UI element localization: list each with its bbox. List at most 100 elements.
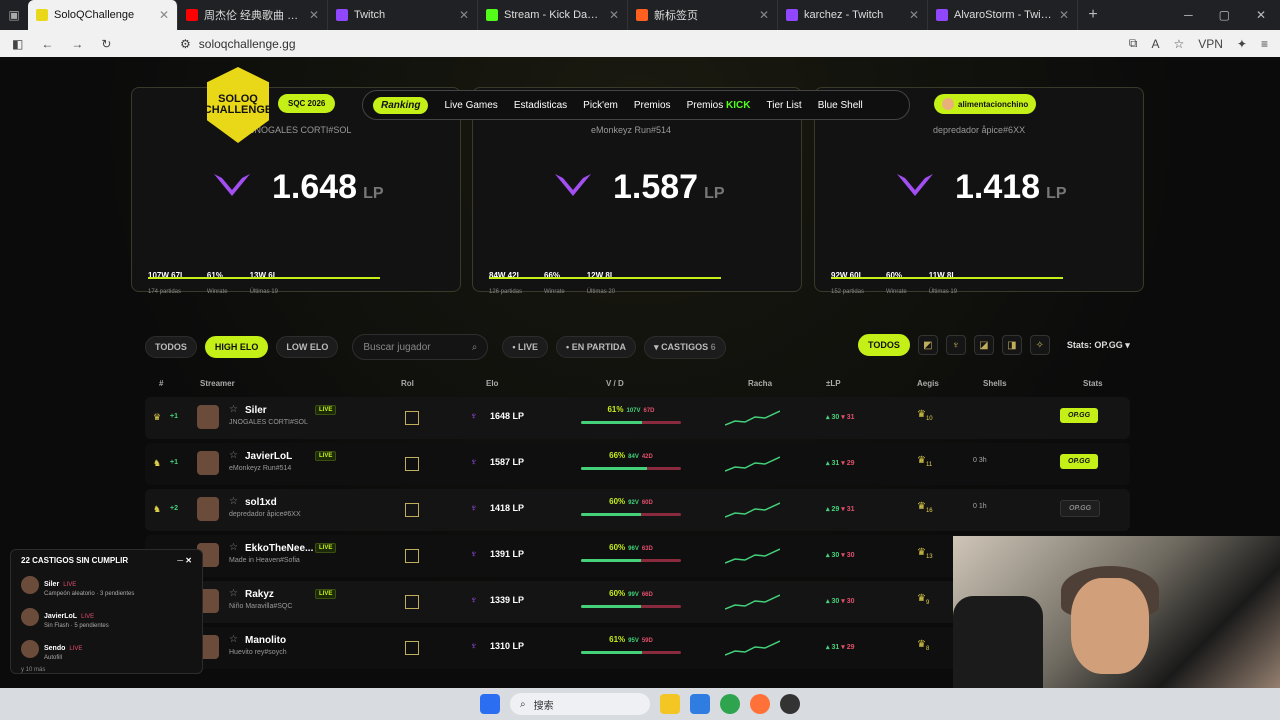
minimize-icon[interactable]: ─ <box>1184 8 1193 22</box>
browser-tab[interactable]: 新标签页 ✕ <box>628 0 778 30</box>
chrome-icon[interactable] <box>720 694 740 714</box>
filter-todos[interactable]: TODOS <box>145 336 197 358</box>
reload-icon[interactable]: ↻ <box>101 37 111 51</box>
browser-tab[interactable]: karchez - Twitch ✕ <box>778 0 928 30</box>
browser-tab[interactable]: SoloQChallenge ✕ <box>28 0 178 30</box>
close-window-icon[interactable]: ✕ <box>1256 8 1266 22</box>
tab-close-icon[interactable]: ✕ <box>759 8 769 22</box>
live-badge[interactable]: LIVE <box>315 543 337 553</box>
column-header[interactable]: Streamer <box>200 379 235 388</box>
season-selector[interactable]: SQC 2026 <box>278 94 336 113</box>
live-badge[interactable]: LIVE <box>315 405 337 415</box>
favorite-star-icon[interactable]: ☆ <box>229 542 238 553</box>
back-icon[interactable]: ← <box>41 37 53 51</box>
table-row[interactable]: ♞ +1 ☆ JavierLoL eMonkeyz Run#514 LIVE ♆ 1587 L… <box>145 443 1130 485</box>
favorite-star-icon[interactable]: ☆ <box>229 450 238 461</box>
streamer-name[interactable]: sol1xd <box>245 497 277 508</box>
favorite-star-icon[interactable]: ☆ <box>229 634 238 645</box>
streamer-name[interactable]: Manolito <box>245 635 286 646</box>
translate-icon[interactable]: A <box>1151 37 1159 51</box>
streamer-name[interactable]: EkkoTheNee... <box>245 543 313 554</box>
nav-blue-shell[interactable]: Blue Shell <box>818 100 863 111</box>
extensions-icon[interactable]: ✦ <box>1237 37 1247 51</box>
favorite-star-icon[interactable]: ☆ <box>229 496 238 507</box>
stats-source-select[interactable]: Stats: OP.GG ▾ <box>1058 335 1139 356</box>
popup-more-link[interactable]: y 10 más <box>21 667 192 673</box>
search-input[interactable]: Buscar jugador ⌕ <box>352 334 489 360</box>
browser-tab[interactable]: AlvaroStorm - Twitch ✕ <box>928 0 1078 30</box>
nav-premios[interactable]: Premios <box>634 100 671 111</box>
filter-live[interactable]: • LIVE <box>502 336 549 358</box>
filter-high-elo[interactable]: HIGH ELO <box>204 336 269 358</box>
start-icon[interactable] <box>480 694 500 714</box>
popup-controls[interactable]: ─ ✕ <box>177 556 192 565</box>
nav-tier-list[interactable]: Tier List <box>766 100 801 111</box>
vpn-badge[interactable]: VPN <box>1198 37 1223 51</box>
table-row[interactable]: ♛ +1 ☆ Siler JNOGALES CORTI#SOL LIVE ♆ 1648 LP 6… <box>145 397 1130 439</box>
column-header[interactable]: ±LP <box>826 379 841 388</box>
live-badge[interactable]: LIVE <box>315 451 337 461</box>
browser-tab[interactable]: Twitch ✕ <box>328 0 478 30</box>
screenshot-icon[interactable]: ⧉ <box>1129 36 1138 51</box>
role-jungle-icon[interactable]: ♆ <box>945 335 966 355</box>
nav-premios-kick[interactable]: Premios KICK <box>687 100 751 111</box>
streamer-name[interactable]: Rakyz <box>245 589 274 600</box>
firefox-icon[interactable] <box>750 694 770 714</box>
nav-estadisticas[interactable]: Estadisticas <box>514 100 567 111</box>
nav-ranking[interactable]: Ranking <box>373 96 429 114</box>
column-header[interactable]: Elo <box>486 379 498 388</box>
column-header[interactable]: Shells <box>983 379 1007 388</box>
filter-en-partida[interactable]: • EN PARTIDA <box>556 336 637 358</box>
column-header[interactable]: # <box>159 379 163 388</box>
favorite-star-icon[interactable]: ☆ <box>229 588 238 599</box>
tab-close-icon[interactable]: ✕ <box>609 8 619 22</box>
nav-live-games[interactable]: Live Games <box>444 100 497 111</box>
role-top-icon[interactable]: ◩ <box>917 335 938 355</box>
url-field[interactable]: ⚙ soloqchallenge.gg <box>180 37 296 51</box>
favorite-icon[interactable]: ☆ <box>1173 37 1184 51</box>
castigo-item[interactable]: Siler LIVE Campeón aleatorio · 3 pendiente… <box>21 573 192 597</box>
obs-icon[interactable] <box>780 694 800 714</box>
new-tab-button[interactable]: + <box>1078 6 1108 24</box>
role-adc-icon[interactable]: ◨ <box>1001 335 1022 355</box>
castigo-item[interactable]: Sendo LIVE Autofill <box>21 637 192 661</box>
role-support-icon[interactable]: ✧ <box>1029 335 1050 355</box>
opgg-button[interactable]: OP.GG <box>1060 454 1099 469</box>
tab-close-icon[interactable]: ✕ <box>459 8 469 22</box>
taskbar-search[interactable]: ⌕ 搜索 <box>510 693 650 715</box>
tab-close-icon[interactable]: ✕ <box>309 8 319 22</box>
castigo-item[interactable]: JavierLoL LIVE Sin Flash · 5 pendientes <box>21 605 192 629</box>
column-header[interactable]: V / D <box>606 379 624 388</box>
column-header[interactable]: Stats <box>1083 379 1103 388</box>
table-row[interactable]: ♞ +2 ☆ sol1xd depredador åpice#6XX ♆ 1418 LP 60… <box>145 489 1130 531</box>
user-badge[interactable]: alimentacionchino <box>934 94 1037 114</box>
tab-close-icon[interactable]: ✕ <box>909 8 919 22</box>
maximize-icon[interactable]: ▢ <box>1219 8 1230 22</box>
sidebar-icon[interactable]: ◧ <box>12 37 23 51</box>
live-badge[interactable]: LIVE <box>315 589 337 599</box>
favorite-star-icon[interactable]: ☆ <box>229 404 238 415</box>
menu-icon[interactable]: ≡ <box>1261 37 1268 51</box>
opgg-button[interactable]: OP.GG <box>1060 408 1099 423</box>
outlook-icon[interactable] <box>690 694 710 714</box>
filter-low-elo[interactable]: LOW ELO <box>276 336 339 358</box>
nav-pickem[interactable]: Pick'em <box>583 100 618 111</box>
browser-tab[interactable]: Stream - Kick Dashboard ✕ <box>478 0 628 30</box>
role-mid-icon[interactable]: ◪ <box>973 335 994 355</box>
role-filter-todos[interactable]: TODOS <box>858 334 910 356</box>
column-header[interactable]: Racha <box>748 379 772 388</box>
tab-close-icon[interactable]: ✕ <box>1059 8 1069 22</box>
tab-actions-icon[interactable]: ▣ <box>0 0 28 30</box>
filter-castigos[interactable]: ▾ CASTIGOS 6 <box>644 335 726 359</box>
browser-tab[interactable]: 周杰伦 经典歌曲 40首「无广告」 ✕ <box>178 0 328 30</box>
column-header[interactable]: Aegis <box>917 379 939 388</box>
site-info-icon[interactable]: ⚙ <box>180 37 191 51</box>
opgg-button[interactable]: OP.GG <box>1060 500 1101 517</box>
tab-close-icon[interactable]: ✕ <box>159 8 169 22</box>
forward-icon[interactable]: → <box>71 37 83 51</box>
url-text[interactable]: soloqchallenge.gg <box>199 37 296 51</box>
folder-icon[interactable] <box>660 694 680 714</box>
streamer-name[interactable]: JavierLoL <box>245 451 292 462</box>
column-header[interactable]: Rol <box>401 379 414 388</box>
streamer-name[interactable]: Siler <box>245 405 267 416</box>
